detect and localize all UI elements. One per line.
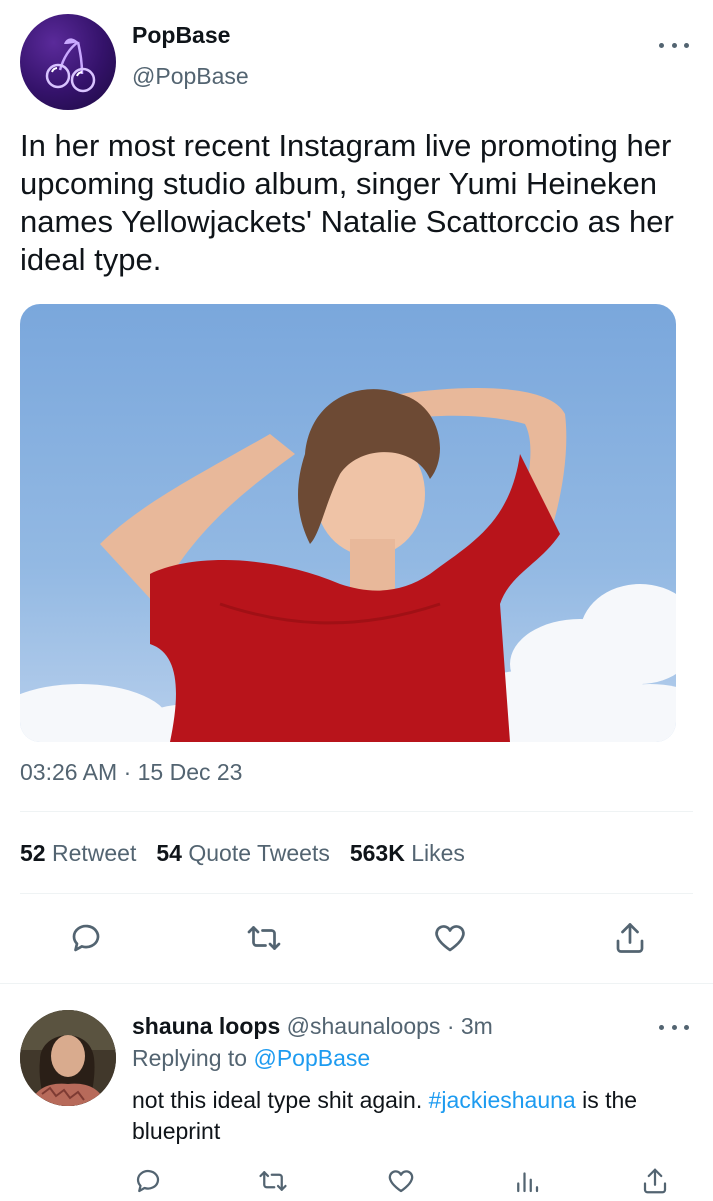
likes-stat[interactable]: 563K Likes <box>350 840 465 866</box>
divider <box>20 893 693 894</box>
quote-tweets-stat[interactable]: 54 Quote Tweets <box>156 840 329 866</box>
retweet-stat[interactable]: 52 Retweet <box>20 840 136 866</box>
replying-prefix: Replying to <box>132 1045 248 1071</box>
reply-reply-icon[interactable] <box>133 1166 163 1196</box>
retweet-icon[interactable] <box>246 920 282 956</box>
replying-to: Replying to @PopBase <box>132 1045 370 1072</box>
divider <box>20 811 693 812</box>
reply-share-icon[interactable] <box>640 1166 670 1196</box>
replying-to-link[interactable]: @PopBase <box>253 1045 370 1071</box>
share-icon[interactable] <box>612 920 648 956</box>
reply-header: shauna loops @shaunaloops · 3m <box>132 1013 493 1040</box>
more-options-icon[interactable] <box>659 40 689 50</box>
like-icon[interactable] <box>432 920 468 956</box>
reply-time[interactable]: · 3m <box>447 1013 493 1039</box>
tweet-timestamp[interactable]: 03:26 AM · 15 Dec 23 <box>20 759 242 786</box>
cherry-logo-icon <box>45 38 96 93</box>
divider <box>0 983 713 984</box>
reply-text: not this ideal type shit again. #jackies… <box>132 1085 692 1147</box>
reply-icon[interactable] <box>68 920 104 956</box>
views-icon[interactable] <box>512 1166 542 1196</box>
reply-like-icon[interactable] <box>386 1166 416 1196</box>
author-name[interactable]: PopBase <box>132 22 230 49</box>
hashtag-link[interactable]: #jackieshauna <box>429 1087 576 1113</box>
reply-text-part: not this ideal type shit again. <box>132 1087 423 1113</box>
reply-retweet-icon[interactable] <box>258 1166 288 1196</box>
reply-author-name[interactable]: shauna loops <box>132 1013 280 1039</box>
reply-author-avatar[interactable] <box>20 1010 116 1106</box>
reply-author-handle[interactable]: @shaunaloops <box>287 1013 441 1039</box>
popbase-avatar[interactable] <box>20 14 116 110</box>
reply-more-options-icon[interactable] <box>659 1022 689 1032</box>
tweet-photo[interactable] <box>20 304 676 742</box>
tweet-text: In her most recent Instagram live promot… <box>20 128 674 277</box>
tweet-stats: 52 Retweet 54 Quote Tweets 563K Likes <box>20 840 465 867</box>
author-handle[interactable]: @PopBase <box>132 63 249 90</box>
